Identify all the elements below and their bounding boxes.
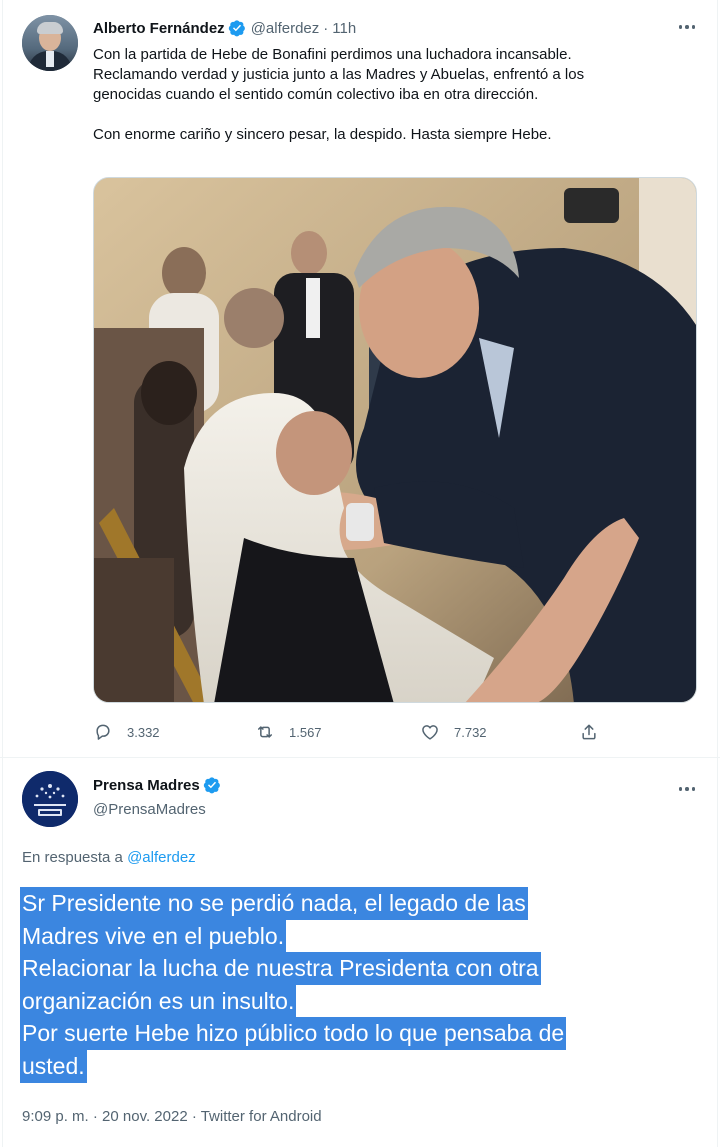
author-name[interactable]: Alberto Fernández [93, 20, 225, 37]
tweet-timestamp[interactable]: 9:09 p. m. · 20 nov. 2022 · Twitter for … [22, 1108, 322, 1125]
avatar[interactable] [22, 771, 78, 827]
heart-icon [422, 725, 438, 740]
share-button[interactable] [579, 718, 613, 746]
avatar[interactable] [22, 15, 78, 71]
reply-button[interactable]: 3.332 [93, 718, 160, 746]
tweet-text-line: Con la partida de Hebe de Bonafini perdi… [93, 46, 572, 63]
retweet-icon [258, 726, 272, 738]
retweet-count: 1.567 [289, 724, 322, 740]
tweet-text-line: genocidas cuando el sentido común colect… [93, 86, 539, 103]
tweet-text-line: Madres vive en el pueblo. [20, 919, 287, 953]
tweet-text-line: Por suerte Hebe hizo público todo lo que… [20, 1017, 567, 1050]
author-name-row: Prensa Madres [93, 776, 221, 794]
tweet-header: Alberto Fernández @alferdez · 11h [93, 17, 356, 39]
like-count: 7.732 [454, 724, 487, 740]
tweet-text: Sr Presidente no se perdió nada, el lega… [20, 887, 700, 1083]
tweet-time[interactable]: 11h [332, 20, 356, 37]
tweet-text: Con la partida de Hebe de Bonafini perdi… [93, 45, 703, 145]
verified-badge-icon [203, 777, 220, 794]
tweet-text-line: Reclamando verdad y justicia junto a las… [93, 66, 585, 83]
tweet-photo[interactable] [93, 177, 697, 703]
verified-badge-icon [228, 20, 245, 37]
author-handle[interactable]: @PrensaMadres [93, 801, 206, 818]
reply-count: 3.332 [127, 724, 160, 740]
author-name[interactable]: Prensa Madres [93, 777, 200, 794]
separator-dot: · [323, 19, 329, 37]
tweet-alferdez[interactable]: Alberto Fernández @alferdez · 11h Con la… [0, 0, 720, 758]
tweet-text-line: Con enorme cariño y sincero pesar, la de… [93, 126, 552, 143]
reply-mention-link[interactable]: @alferdez [127, 849, 196, 866]
share-icon [582, 724, 596, 740]
tweet-text-line: Relacionar la lucha de nuestra President… [20, 952, 541, 985]
retweet-button[interactable]: 1.567 [255, 718, 322, 746]
reply-icon [96, 724, 110, 740]
more-horizontal-icon[interactable] [676, 779, 698, 799]
tweet-actions: 3.332 1.567 7.732 [93, 718, 613, 746]
like-button[interactable]: 7.732 [420, 718, 487, 746]
reply-context: En respuesta a @alferdez [22, 849, 196, 866]
tweet-text-line: Sr Presidente no se perdió nada, el lega… [20, 887, 528, 920]
author-handle[interactable]: @alferdez [251, 20, 320, 37]
tweet-text-line: usted. [20, 1049, 87, 1083]
reply-prefix: En respuesta a [22, 849, 123, 866]
more-horizontal-icon[interactable] [676, 17, 698, 37]
tweet-text-line: organización es un insulto. [20, 984, 297, 1018]
